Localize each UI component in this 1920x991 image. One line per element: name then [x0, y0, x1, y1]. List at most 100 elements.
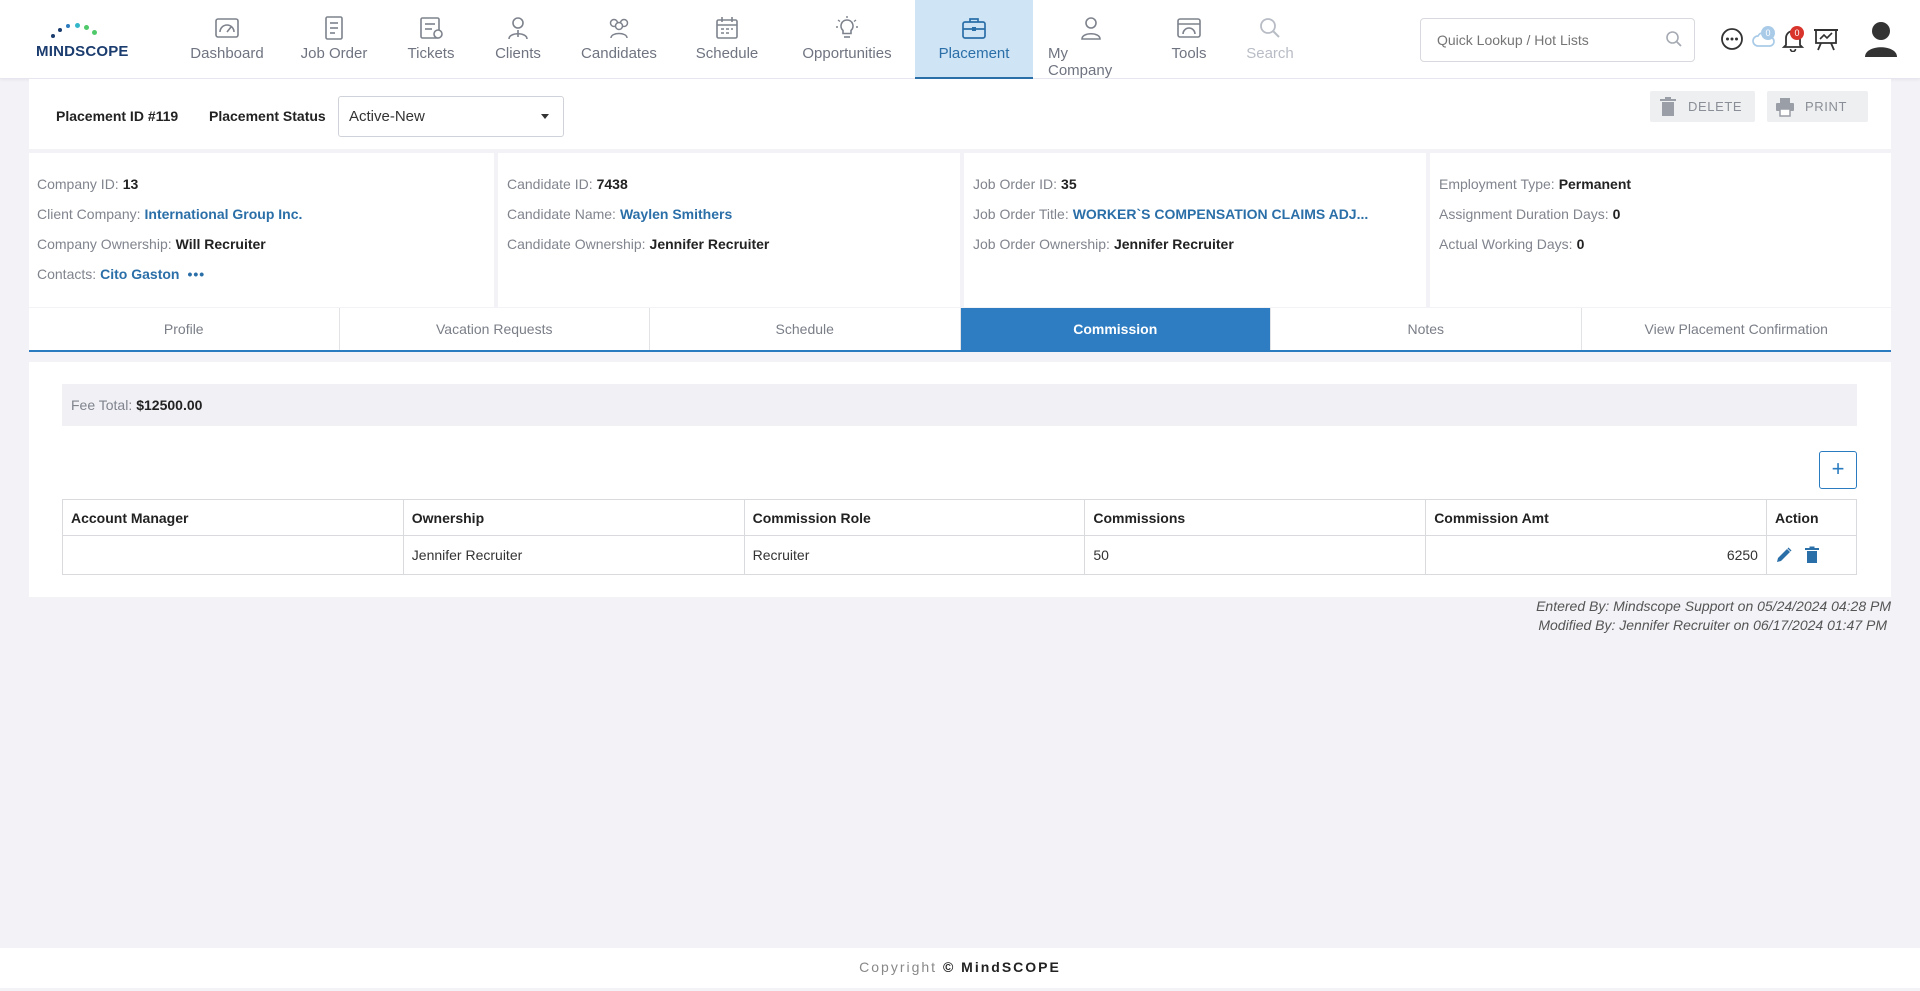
nav-my-company[interactable]: My Company — [1048, 0, 1134, 79]
avatar-icon[interactable] — [1864, 19, 1898, 59]
employment-type-row: Employment Type: Permanent — [1439, 176, 1631, 192]
tab-view-placement-confirmation[interactable]: View Placement Confirmation — [1582, 308, 1892, 350]
printer-icon — [1776, 97, 1794, 117]
candidate-ownership-value: Jennifer Recruiter — [649, 236, 770, 252]
client-company-row: Client Company: International Group Inc. — [37, 206, 302, 222]
modified-by-text: Modified By: Jennifer Recruiter on 06/17… — [1538, 617, 1887, 633]
delete-button[interactable]: DELETE — [1650, 91, 1755, 122]
delete-label: DELETE — [1688, 99, 1743, 114]
caret-down-icon — [541, 114, 549, 119]
logo-dot — [51, 34, 55, 38]
assignment-duration-value: 0 — [1612, 206, 1621, 222]
copyright-brand: © MindSCOPE — [942, 959, 1061, 975]
assignment-duration-row: Assignment Duration Days: 0 — [1439, 206, 1620, 222]
job-order-title-row: Job Order Title: WORKER`S COMPENSATION CL… — [973, 206, 1368, 222]
contact-link[interactable]: Cito Gaston — [100, 266, 179, 282]
job-order-title-link[interactable]: WORKER`S COMPENSATION CLAIMS ADJ... — [1073, 206, 1369, 222]
tools-icon — [1177, 18, 1201, 38]
lightbulb-icon — [836, 16, 858, 38]
nav-label: Tools — [1171, 45, 1207, 62]
add-commission-button[interactable]: + — [1819, 451, 1857, 489]
placement-status-value: Active-New — [349, 108, 425, 125]
column-header: Commission Role — [743, 499, 1086, 536]
label: Job Order Ownership: — [973, 236, 1110, 252]
placement-status-select[interactable]: Active-New — [338, 96, 564, 137]
fee-total-bar: Fee Total: $12500.00 — [62, 384, 1857, 426]
nav-job-order[interactable]: Job Order — [296, 0, 372, 79]
placement-status-label: Placement Status — [209, 108, 326, 124]
top-navigation: MINDSCOPE Dashboard Job Order Tickets Cl… — [0, 0, 1920, 79]
label: Company ID: — [37, 176, 119, 192]
nav-label: Opportunities — [802, 45, 892, 62]
dashboard-icon — [215, 18, 239, 38]
company-info-card: Company ID: 13 Client Company: Internation… — [29, 153, 494, 307]
nav-label: Tickets — [407, 45, 455, 62]
logo-dot — [84, 25, 89, 30]
label: Company Ownership: — [37, 236, 172, 252]
fee-total-label: Fee Total: — [71, 397, 133, 413]
presentation-board-icon[interactable] — [1813, 26, 1839, 52]
logo-dot — [58, 28, 62, 32]
nav-tools[interactable]: Tools — [1168, 0, 1210, 79]
tab-notes[interactable]: Notes — [1271, 308, 1582, 350]
nav-clients[interactable]: Clients — [490, 0, 546, 79]
tab-profile[interactable]: Profile — [29, 308, 340, 350]
company-id-value: 13 — [122, 176, 139, 192]
nav-placement[interactable]: Placement — [915, 0, 1033, 79]
tickets-icon — [420, 17, 443, 39]
account-manager-cell — [62, 535, 404, 575]
client-company-link[interactable]: International Group Inc. — [145, 206, 303, 222]
working-days-value: 0 — [1576, 236, 1585, 252]
nav-candidates[interactable]: Candidates — [578, 0, 660, 79]
more-contacts-button[interactable]: ••• — [187, 266, 205, 282]
nav-label: Clients — [495, 45, 541, 62]
search-icon[interactable] — [1664, 29, 1684, 49]
row-actions — [1775, 546, 1848, 564]
job-order-id-value: 35 — [1061, 176, 1077, 192]
column-header: Account Manager — [62, 499, 404, 536]
nav-search[interactable]: Search — [1246, 0, 1294, 79]
calendar-icon — [716, 17, 738, 39]
tab-schedule[interactable]: Schedule — [650, 308, 961, 350]
edit-pencil-icon[interactable] — [1775, 546, 1793, 564]
fee-total-value: $12500.00 — [136, 397, 203, 413]
nav-schedule[interactable]: Schedule — [690, 0, 764, 79]
label: Candidate ID: — [507, 176, 593, 192]
print-button[interactable]: PRINT — [1767, 91, 1868, 122]
entered-by-text: Entered By: Mindscope Support on 05/24/2… — [1536, 598, 1891, 614]
column-header: Commission Amt — [1425, 499, 1767, 536]
quick-lookup-input[interactable] — [1420, 18, 1695, 62]
nav-opportunities[interactable]: Opportunities — [797, 0, 897, 79]
nav-dashboard[interactable]: Dashboard — [186, 0, 268, 79]
commissions-cell: 50 — [1084, 535, 1427, 575]
nav-label: Schedule — [695, 45, 759, 62]
employment-type-value: Permanent — [1558, 176, 1632, 192]
nav-tickets[interactable]: Tickets — [403, 0, 459, 79]
label: Assignment Duration Days: — [1439, 206, 1609, 222]
tab-commission[interactable]: Commission — [960, 308, 1271, 350]
job-order-ownership-value: Jennifer Recruiter — [1113, 236, 1234, 252]
nav-label: Job Order — [300, 45, 368, 62]
contacts-row: Contacts: Cito Gaston ••• — [37, 266, 205, 282]
candidates-icon — [609, 18, 629, 39]
placement-header: Placement ID #119 Placement Status Activ… — [29, 79, 1891, 149]
chat-bubble-icon[interactable] — [1719, 26, 1745, 52]
placement-tabs: Profile Vacation Requests Schedule Commi… — [29, 308, 1891, 352]
table-row: Jennifer Recruiter Recruiter 50 6250 — [62, 535, 1858, 575]
trash-icon — [1660, 96, 1676, 116]
clients-icon — [508, 17, 528, 40]
job-order-ownership-row: Job Order Ownership: Jennifer Recruiter — [973, 236, 1234, 252]
user-icon — [1081, 17, 1101, 40]
label: Candidate Ownership: — [507, 236, 646, 252]
nav-label: My Company — [1048, 45, 1113, 79]
nav-label: Candidates — [581, 45, 657, 62]
trash-icon[interactable] — [1803, 546, 1821, 564]
job-order-info-card: Job Order ID: 35 Job Order Title: WORKER`S… — [964, 153, 1426, 307]
candidate-name-link[interactable]: Waylen Smithers — [620, 206, 732, 222]
job-order-id-row: Job Order ID: 35 — [973, 176, 1077, 192]
mindscope-logo[interactable]: MINDSCOPE — [36, 22, 128, 60]
table-header-row: Account Manager Ownership Commission Rol… — [62, 499, 1858, 536]
tab-vacation-requests[interactable]: Vacation Requests — [340, 308, 650, 350]
employment-info-card: Employment Type: Permanent Assignment Dur… — [1430, 153, 1891, 307]
column-header: Ownership — [402, 499, 745, 536]
